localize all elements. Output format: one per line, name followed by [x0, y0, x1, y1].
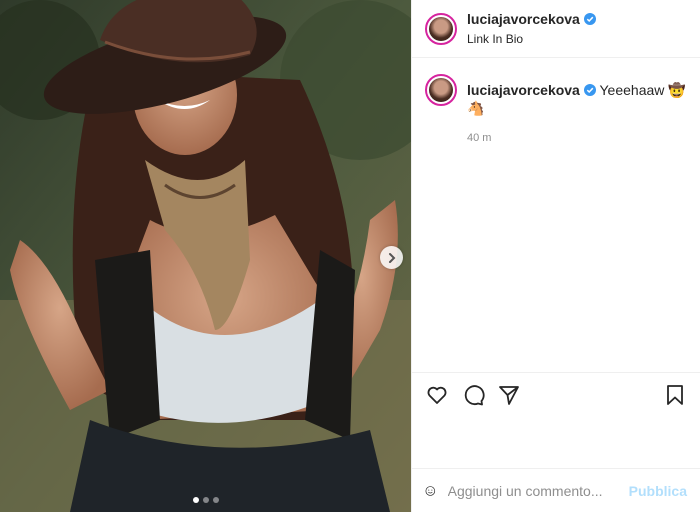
post-sidebar: luciajavorcekova Link In Bio luciajavorc… — [411, 0, 700, 512]
add-comment-bar: Pubblica — [412, 468, 700, 512]
carousel-dot — [192, 497, 199, 503]
heart-icon[interactable] — [425, 383, 449, 407]
bookmark-icon[interactable] — [663, 383, 687, 407]
post-comment-button[interactable]: Pubblica — [629, 483, 687, 499]
avatar[interactable] — [425, 12, 457, 45]
comments-area: luciajavorcekova Yeeehaaw 🤠🐴 40 m — [412, 58, 700, 372]
post-media[interactable] — [0, 0, 411, 512]
verified-badge-icon — [583, 84, 596, 96]
post-photo — [0, 0, 411, 512]
carousel-dot — [202, 497, 209, 503]
comment-icon[interactable] — [461, 383, 485, 407]
carousel-dot — [212, 497, 219, 503]
chevron-right-icon — [388, 252, 395, 263]
share-icon[interactable] — [497, 383, 521, 407]
caption-time[interactable]: 40 m — [467, 129, 687, 147]
caption-username[interactable]: luciajavorcekova — [467, 81, 580, 99]
avatar[interactable] — [425, 74, 457, 106]
post-header: luciajavorcekova Link In Bio — [412, 0, 700, 58]
carousel-indicator — [0, 497, 411, 503]
caption: luciajavorcekova Yeeehaaw 🤠🐴 40 m — [425, 74, 687, 147]
likes-area — [412, 416, 700, 468]
action-bar — [412, 372, 700, 416]
post-dialog: luciajavorcekova Link In Bio luciajavorc… — [0, 0, 700, 512]
header-username[interactable]: luciajavorcekova — [467, 11, 580, 27]
carousel-next-button[interactable] — [380, 246, 403, 269]
header-subtitle[interactable]: Link In Bio — [467, 32, 596, 46]
verified-badge-icon — [583, 13, 596, 25]
emoji-icon[interactable] — [425, 479, 436, 503]
comment-input[interactable] — [447, 482, 629, 499]
